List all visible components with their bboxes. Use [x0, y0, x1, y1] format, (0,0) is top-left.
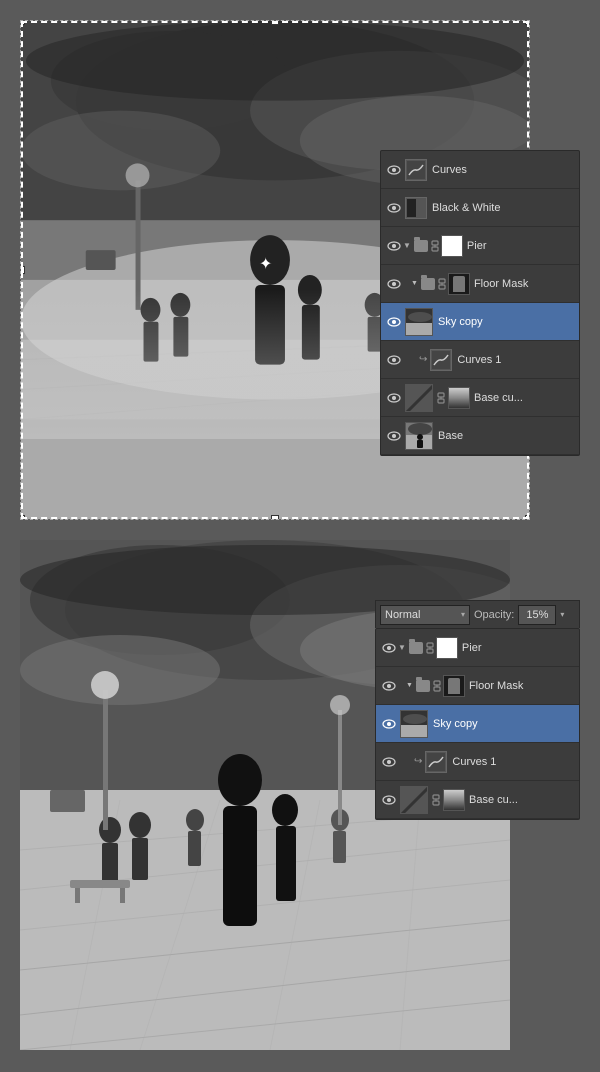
floormask-mask	[448, 273, 470, 295]
layer-row-bw[interactable]: Black & White	[381, 189, 579, 227]
transform-handle-bc[interactable]	[271, 515, 279, 519]
layer-name-bottom-skycopy: Sky copy	[433, 718, 575, 730]
bottom-pier-indent: ▼	[398, 642, 435, 654]
bottom-floormask-chain	[432, 680, 442, 692]
layer-row-skycopy[interactable]: Sky copy	[381, 303, 579, 341]
eye-icon-bottom-curves1[interactable]	[380, 753, 398, 771]
layer-name-curves1: Curves 1	[457, 354, 575, 366]
floormask-chain	[437, 278, 447, 290]
opacity-label: Opacity:	[474, 609, 514, 621]
bottom-floormask-arrow[interactable]: ▼	[406, 682, 413, 689]
bottom-skycopy-thumb	[400, 710, 428, 738]
layer-row-bottom-floormask[interactable]: ▼ Floor Mask	[376, 667, 579, 705]
layer-row-bottom-skycopy[interactable]: Sky copy	[376, 705, 579, 743]
pier-chain	[430, 240, 440, 252]
eye-icon-base[interactable]	[385, 427, 403, 445]
eye-icon-skycopy[interactable]	[385, 313, 403, 331]
layers-panel-top: Curves Black & White ▼	[380, 150, 580, 456]
blend-mode-select[interactable]: Normal ▾	[380, 605, 470, 625]
eye-icon-bottom-floormask[interactable]	[380, 677, 398, 695]
eye-icon-bottom-basecurves[interactable]	[380, 791, 398, 809]
bottom-pier-folder	[409, 642, 423, 654]
layer-row-pier[interactable]: ▼ Pier	[381, 227, 579, 265]
bottom-pier-mask	[436, 637, 458, 659]
eye-icon-bottom-skycopy[interactable]	[380, 715, 398, 733]
transform-handle-tl[interactable]	[21, 21, 25, 25]
basecurves-mask	[448, 387, 470, 409]
layer-name-basecurves: Base cu...	[474, 392, 575, 404]
bottom-pier-arrow[interactable]: ▼	[398, 643, 406, 652]
transform-handle-bl[interactable]	[21, 515, 25, 519]
blend-mode-bar: Normal ▾ Opacity: 15% ▾	[375, 600, 580, 628]
eye-icon-pier[interactable]	[385, 237, 403, 255]
layer-row-bottom-pier[interactable]: ▼ Pier	[376, 629, 579, 667]
layer-row-bottom-curves1[interactable]: ↪ Curves 1	[376, 743, 579, 781]
layer-name-bw: Black & White	[432, 202, 575, 214]
opacity-arrow: ▾	[560, 610, 564, 619]
layer-name-floormask: Floor Mask	[474, 278, 575, 290]
basecurves-chain	[436, 392, 446, 404]
layer-name-base: Base	[438, 430, 575, 442]
bottom-floormask-indent: ▼	[398, 680, 442, 692]
adj-thumb-curves1	[430, 349, 452, 371]
pier-indent: ▼	[403, 240, 440, 252]
layer-name-bottom-pier: Pier	[462, 642, 575, 654]
layer-row-base[interactable]: Base	[381, 417, 579, 455]
floormask-indent: ▼	[403, 278, 447, 290]
adj-thumb-bw	[405, 197, 427, 219]
eye-icon-bottom-pier[interactable]	[380, 639, 398, 657]
eye-icon-bw[interactable]	[385, 199, 403, 217]
layer-name-curves: Curves	[432, 164, 575, 176]
clip-arrow-curves1: ↪	[419, 354, 427, 365]
layer-row-curves[interactable]: Curves	[381, 151, 579, 189]
bottom-floormask-folder	[416, 680, 430, 692]
transform-handle-br[interactable]	[525, 515, 529, 519]
eye-icon-floormask[interactable]	[385, 275, 403, 293]
layer-name-bottom-basecurves: Base cu...	[469, 794, 575, 806]
workspace: Curves Black & White ▼	[0, 0, 600, 1072]
pier-folder-icon	[414, 240, 428, 252]
bottom-floormask-mask	[443, 675, 465, 697]
basecurves-thumb	[405, 384, 433, 412]
adj-thumb-bottom-curves1	[425, 751, 447, 773]
layer-name-skycopy: Sky copy	[438, 316, 575, 328]
layers-panel-bottom: ▼ Pier ▼	[375, 628, 580, 820]
pier-mask	[441, 235, 463, 257]
clip-arrow-bottom-curves1: ↪	[414, 756, 422, 767]
bottom-panel: Normal ▾ Opacity: 15% ▾ ▼	[20, 540, 580, 1050]
layer-name-pier: Pier	[467, 240, 575, 252]
blend-mode-value: Normal	[385, 609, 420, 621]
eye-icon-basecurves[interactable]	[385, 389, 403, 407]
transform-center	[267, 262, 283, 278]
layer-name-bottom-curves1: Curves 1	[452, 756, 575, 768]
skycopy-thumb	[405, 308, 433, 336]
transform-handle-ml[interactable]	[21, 266, 25, 274]
floormask-folder-icon	[421, 278, 435, 290]
pier-arrow[interactable]: ▼	[403, 241, 411, 250]
adj-thumb-curves	[405, 159, 427, 181]
bottom-pier-chain	[425, 642, 435, 654]
eye-icon-curves[interactable]	[385, 161, 403, 179]
top-panel: Curves Black & White ▼	[20, 20, 580, 520]
transform-handle-tr[interactable]	[525, 21, 529, 25]
floormask-arrow[interactable]: ▼	[411, 280, 418, 287]
layer-row-bottom-basecurves[interactable]: Base cu...	[376, 781, 579, 819]
layer-row-curves1[interactable]: ↪ Curves 1	[381, 341, 579, 379]
bottom-basecurves-mask	[443, 789, 465, 811]
layer-row-basecurves[interactable]: Base cu...	[381, 379, 579, 417]
bottom-basecurves-chain	[431, 794, 441, 806]
transform-handle-tc[interactable]	[271, 21, 279, 25]
opacity-value[interactable]: 15%	[518, 605, 556, 625]
base-thumb	[405, 422, 433, 450]
layer-name-bottom-floormask: Floor Mask	[469, 680, 575, 692]
layer-row-floormask[interactable]: ▼ Floor Mask	[381, 265, 579, 303]
bottom-basecurves-thumb	[400, 786, 428, 814]
blend-mode-arrow: ▾	[461, 610, 465, 619]
eye-icon-curves1[interactable]	[385, 351, 403, 369]
